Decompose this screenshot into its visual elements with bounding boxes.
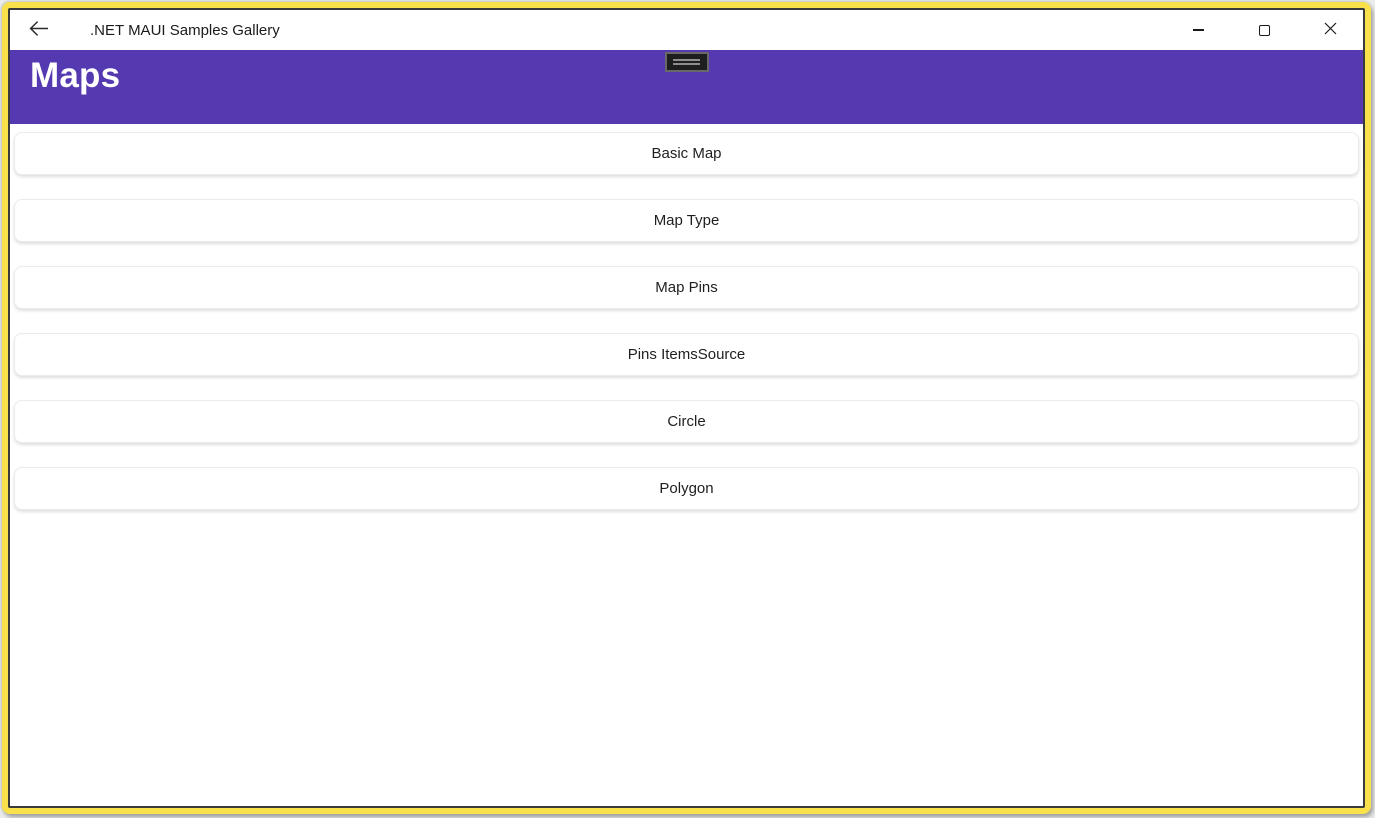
back-arrow-icon [29,20,49,40]
samples-list: Basic Map Map Type Map Pins Pins ItemsSourc… [10,124,1363,806]
sample-button-map-type[interactable]: Map Type [14,199,1359,242]
window-title: .NET MAUI Samples Gallery [90,22,280,39]
back-button[interactable] [10,10,68,50]
debug-toolbar-handle-line [673,59,700,61]
debug-highlight-border: .NET MAUI Samples Gallery Maps [2,2,1371,814]
sample-button-pins-itemssource[interactable]: Pins ItemsSource [14,333,1359,376]
debug-toolbar-handle-line [673,63,700,65]
maximize-button[interactable] [1231,10,1297,50]
minimize-button[interactable] [1165,10,1231,50]
close-button[interactable] [1297,10,1363,50]
app-window: .NET MAUI Samples Gallery Maps [8,8,1365,808]
debug-toolbar-handle[interactable] [665,52,709,72]
sample-button-polygon[interactable]: Polygon [14,467,1359,510]
sample-button-map-pins[interactable]: Map Pins [14,266,1359,309]
close-icon [1324,22,1337,38]
page-header: Maps [10,50,1363,124]
page-title: Maps [30,56,120,96]
minimize-icon [1193,29,1204,30]
sample-button-circle[interactable]: Circle [14,400,1359,443]
titlebar: .NET MAUI Samples Gallery [10,10,1363,50]
sample-button-basic-map[interactable]: Basic Map [14,132,1359,175]
maximize-icon [1259,25,1270,36]
